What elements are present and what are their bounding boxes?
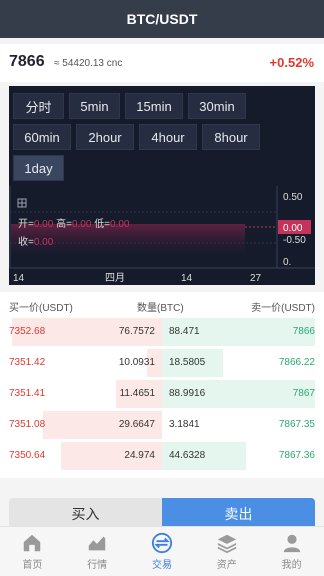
tab-label: 我的 bbox=[281, 560, 302, 571]
tab-assets[interactable]: 资产 bbox=[194, 527, 259, 576]
order-book: 买一价(USDT) 数量(BTC) 卖一价(USDT) 7352.68 76.75… bbox=[0, 292, 324, 478]
chart-panel: 分时 5min 15min 30min 60min 2hour 4hour 8h… bbox=[9, 86, 315, 285]
order-book-row[interactable]: 7350.64 24.974 44.6328 7867.36 bbox=[0, 442, 324, 473]
ohlc-line: 开=0.00 高=0.00 低=0.00 bbox=[18, 215, 130, 230]
timeframe-button[interactable]: 30min bbox=[188, 93, 246, 119]
ask-header: 卖一价(USDT) bbox=[251, 303, 315, 314]
app-header: BTC/USDT bbox=[0, 0, 324, 38]
bid-qty: 29.6647 bbox=[118, 419, 155, 430]
tab-home[interactable]: 首页 bbox=[0, 527, 65, 576]
bid-qty: 10.0931 bbox=[118, 357, 155, 368]
high-label: 高= bbox=[56, 219, 72, 230]
x-tick-label: 14 bbox=[181, 273, 193, 284]
ask-qty: 18.5805 bbox=[169, 357, 206, 368]
timeframe-button[interactable]: 15min bbox=[125, 93, 183, 119]
bid-qty: 76.7572 bbox=[118, 326, 155, 337]
order-book-row[interactable]: 7351.41 11.4651 88.9916 7867 bbox=[0, 380, 324, 411]
cny-price: ≈ 54420.13 cnc bbox=[54, 58, 123, 69]
ask-price: 7866 bbox=[292, 326, 315, 337]
chart-icon bbox=[88, 536, 106, 551]
order-book-header: 买一价(USDT) 数量(BTC) 卖一价(USDT) bbox=[0, 292, 324, 318]
ask-qty: 88.9916 bbox=[169, 388, 206, 399]
y-tick-label: -0.50 bbox=[283, 235, 306, 246]
close-value: 0.00 bbox=[33, 237, 54, 248]
order-book-row[interactable]: 7352.68 76.7572 88.471 7866 bbox=[0, 318, 324, 349]
page-title: BTC/USDT bbox=[126, 11, 198, 27]
tab-label: 资产 bbox=[216, 560, 237, 571]
tab-label: 交易 bbox=[151, 560, 172, 571]
order-book-row[interactable]: 7351.42 10.0931 18.5805 7866.22 bbox=[0, 349, 324, 380]
bid-price: 7351.42 bbox=[9, 357, 46, 368]
qty-header: 数量(BTC) bbox=[137, 303, 184, 314]
trade-icon bbox=[151, 532, 173, 554]
open-value: 0.00 bbox=[33, 219, 54, 230]
ask-price: 7867.36 bbox=[278, 450, 315, 461]
tab-label: 首页 bbox=[22, 560, 43, 571]
ask-qty: 44.6328 bbox=[169, 450, 206, 461]
bid-price: 7351.08 bbox=[9, 419, 46, 430]
price-change: +0.52% bbox=[269, 55, 314, 70]
y-tick-label: 0. bbox=[283, 257, 291, 268]
assets-icon bbox=[217, 534, 236, 554]
last-price: 7866 bbox=[9, 53, 45, 70]
bid-price: 7351.41 bbox=[9, 388, 46, 399]
tab-market[interactable]: 行情 bbox=[65, 527, 130, 576]
kline-chart: 0.50 0.00 -0.50 0. 14 四月 14 27 开=0.00 高=… bbox=[9, 186, 315, 285]
ask-qty: 88.471 bbox=[169, 326, 200, 337]
bottom-tab-bar: 首页 行情 交易 资产 我的 bbox=[0, 526, 324, 576]
low-value: 0.00 bbox=[110, 219, 130, 230]
bid-header: 买一价(USDT) bbox=[9, 303, 73, 314]
user-icon bbox=[283, 534, 300, 553]
kline-svg: 0.50 0.00 -0.50 0. 14 四月 14 27 bbox=[9, 186, 315, 284]
timeframe-button-active[interactable]: 1day bbox=[13, 155, 64, 181]
timeframe-button[interactable]: 5min bbox=[69, 93, 120, 119]
home-icon bbox=[24, 534, 41, 552]
x-tick-label: 四月 bbox=[105, 272, 125, 284]
x-tick-label: 27 bbox=[250, 273, 262, 284]
ask-price: 7867 bbox=[292, 388, 315, 399]
close-label: 收= bbox=[18, 237, 34, 248]
bid-qty: 11.4651 bbox=[119, 388, 155, 399]
ask-price: 7867.35 bbox=[278, 419, 315, 430]
bid-qty: 24.974 bbox=[124, 450, 155, 461]
tab-label: 行情 bbox=[87, 560, 108, 571]
ask-price: 7866.22 bbox=[278, 357, 315, 368]
low-label: 低= bbox=[94, 219, 111, 230]
tab-profile[interactable]: 我的 bbox=[259, 527, 324, 576]
y-tick-label: 0.00 bbox=[283, 223, 303, 234]
timeframe-button[interactable]: 8hour bbox=[202, 124, 260, 150]
timeframe-button[interactable]: 4hour bbox=[139, 124, 197, 150]
ask-qty: 3.1841 bbox=[169, 419, 200, 430]
order-book-row[interactable]: 7351.08 29.6647 3.1841 7867.35 bbox=[0, 411, 324, 442]
open-label: 开= bbox=[18, 219, 34, 230]
close-line: 收=0.00 bbox=[18, 233, 53, 248]
timeframe-button[interactable]: 60min bbox=[13, 124, 71, 150]
tab-trade[interactable]: 交易 bbox=[130, 527, 195, 576]
bid-price: 7350.64 bbox=[9, 450, 46, 461]
timeframe-button[interactable]: 2hour bbox=[76, 124, 134, 150]
high-value: 0.00 bbox=[71, 219, 92, 230]
ticker-row: 7866 ≈ 54420.13 cnc +0.52% bbox=[0, 44, 324, 82]
y-tick-label: 0.50 bbox=[283, 192, 303, 203]
x-tick-label: 14 bbox=[13, 273, 25, 284]
bid-price: 7352.68 bbox=[9, 326, 46, 337]
timeframe-button[interactable]: 分时 bbox=[13, 93, 64, 119]
